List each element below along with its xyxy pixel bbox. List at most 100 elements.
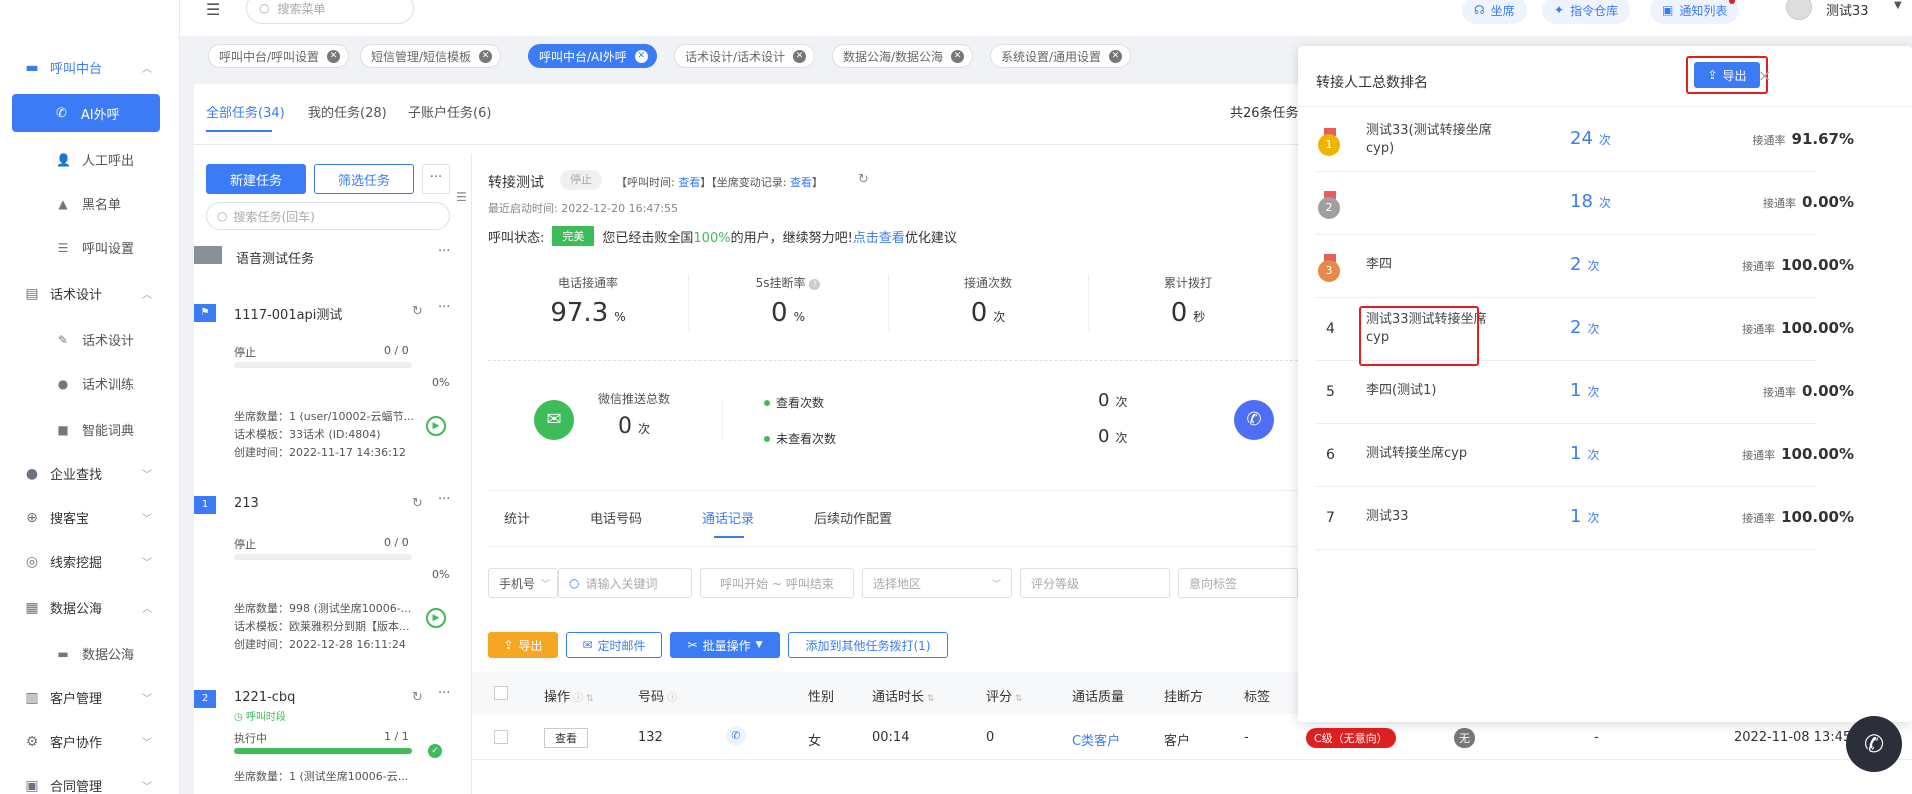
tab-sub-account-tasks[interactable]: 子账户任务(6) <box>408 102 491 121</box>
collapse-panel-icon[interactable]: ☰ <box>456 190 467 204</box>
call-time-info: 【呼叫时间: 查看】【坐席变动记录: 查看】 <box>616 174 823 190</box>
view-seat-change-link[interactable]: 查看 <box>790 176 812 189</box>
task-group-name[interactable]: 语音测试任务 <box>236 248 314 267</box>
view-record-button[interactable]: 查看 <box>544 728 588 748</box>
tab-all-tasks[interactable]: 全部任务(34) <box>206 102 285 121</box>
nav-group-enterprise-search[interactable]: ● 企业查找 ﹀ <box>24 464 152 484</box>
nav-group-customer-collab[interactable]: ⚙ 客户协作 ﹀ <box>24 732 152 752</box>
sidebar-item-blacklist[interactable]: ▲ 黑名单 <box>56 194 121 214</box>
tag-sms-template[interactable]: 短信管理/短信模板 ✕ <box>360 44 502 68</box>
col-header-action: 操作 ⓘ ⇅ <box>544 686 594 705</box>
tab-call-records[interactable]: 通话记录 <box>702 508 754 527</box>
nav-group-sokebao[interactable]: ⊕ 搜客宝 ﹀ <box>24 508 152 528</box>
support-chat-icon[interactable]: ✆ <box>1846 716 1902 772</box>
divider <box>888 274 889 330</box>
sidebar-item-script-design[interactable]: ✎ 话术设计 <box>56 330 134 350</box>
task-search-input[interactable]: ○ 搜索任务(回车) <box>206 202 450 230</box>
batch-actions-button[interactable]: ✂ 批量操作 ▼ <box>670 632 780 658</box>
more-icon[interactable]: ··· <box>438 686 450 701</box>
more-icon[interactable]: ··· <box>438 244 450 259</box>
grade-select[interactable]: 评分等级 <box>1020 568 1170 598</box>
region-select[interactable]: 选择地区 ﹀ <box>862 568 1012 598</box>
tab-follow-up-config[interactable]: 后续动作配置 <box>814 508 892 527</box>
help-icon[interactable]: ? <box>809 279 821 290</box>
close-icon[interactable]: ✕ <box>479 49 493 63</box>
close-icon[interactable]: ✕ <box>327 49 341 63</box>
cell-quality[interactable]: C类客户 <box>1072 730 1120 749</box>
sidebar-item-smart-dict[interactable]: ■ 智能词典 <box>56 420 134 440</box>
new-task-button[interactable]: 新建任务 <box>206 164 306 194</box>
sort-icon[interactable]: ⇅ <box>583 694 594 704</box>
notify-button[interactable]: ▣ 通知列表 <box>1650 0 1740 24</box>
filter-task-button[interactable]: 筛选任务 <box>314 164 414 194</box>
add-to-other-task-button[interactable]: 添加到其他任务拨打(1) <box>788 632 948 658</box>
sort-icon[interactable]: ⇅ <box>924 694 935 704</box>
refresh-icon[interactable]: ↻ <box>412 690 423 705</box>
nav-group-script-design[interactable]: ▤ 话术设计 ︿ <box>24 284 152 304</box>
play-icon[interactable]: ▶ <box>426 608 446 628</box>
gold-medal-icon: 1 <box>1318 128 1342 156</box>
close-icon[interactable]: ✕ <box>793 49 807 63</box>
sidebar-item-manual-call[interactable]: 👤 人工呼出 <box>56 150 134 170</box>
sidebar-item-call-settings[interactable]: ☰ 呼叫设置 <box>56 238 134 258</box>
nav-group-data-sea[interactable]: ▦ 数据公海 ︿ <box>24 598 152 618</box>
call-status-text: 您已经击败全国100%的用户，继续努力吧!点击查看优化建议 <box>602 227 956 246</box>
col-header-score[interactable]: 评分 ⇅ <box>986 686 1022 705</box>
sort-icon[interactable]: ⇅ <box>1012 694 1023 704</box>
task-name[interactable]: 1117-001api测试 <box>234 304 342 323</box>
view-suggestion-link[interactable]: 点击查看 <box>853 231 905 246</box>
nav-group-contract-mgmt[interactable]: ▣ 合同管理 ﹀ <box>24 776 152 794</box>
avatar[interactable] <box>1786 0 1812 20</box>
connect-rate: 接通率 0.00% <box>1706 193 1854 211</box>
more-button[interactable]: ··· <box>422 164 450 194</box>
intent-tag-select[interactable]: 意向标签 <box>1178 568 1298 598</box>
tab-statistics[interactable]: 统计 <box>504 508 530 527</box>
view-call-time-link[interactable]: 查看 <box>678 176 700 189</box>
collapse-menu-icon[interactable]: ☰ <box>206 0 220 19</box>
tag-script-design[interactable]: 话术设计/话术设计 ✕ <box>674 44 816 68</box>
refresh-icon[interactable]: ↻ <box>858 172 869 187</box>
sidebar-item-ai-call[interactable]: ✆ AI外呼 <box>12 94 160 132</box>
task-name[interactable]: 1221-cbq <box>234 690 295 705</box>
tab-my-tasks[interactable]: 我的任务(28) <box>308 102 387 121</box>
caret-down-icon[interactable]: ▼ <box>1894 0 1902 11</box>
timed-email-button[interactable]: ✉ 定时邮件 <box>566 632 662 658</box>
sidebar-item-script-training[interactable]: ● 话术训练 <box>56 374 134 394</box>
row-checkbox[interactable] <box>494 730 508 744</box>
nav-group-customer-mgmt[interactable]: ▥ 客户管理 ﹀ <box>24 688 152 708</box>
tag-general-settings[interactable]: 系统设置/通用设置 ✕ <box>990 44 1132 68</box>
instruction-button[interactable]: ✦ 指令仓库 <box>1542 0 1631 24</box>
user-name[interactable]: 测试33 <box>1826 0 1869 19</box>
tag-ai-call[interactable]: 呼叫中台/AI外呼 ✕ <box>528 44 657 68</box>
active-tab-underline <box>714 536 744 538</box>
help-icon[interactable]: ⓘ <box>570 693 583 704</box>
keyword-input[interactable]: ○ 请输入关键词 <box>558 568 692 598</box>
task-name[interactable]: 213 <box>234 496 259 511</box>
more-icon[interactable]: ··· <box>438 300 450 315</box>
close-icon[interactable]: ✕ <box>634 49 648 63</box>
sidebar-item-data-sea[interactable]: ▬ 数据公海 <box>56 644 134 664</box>
nav-group-call-center[interactable]: ▬ 呼叫中台 ︿ <box>24 58 152 78</box>
stat-number: 0 <box>1170 298 1188 328</box>
close-icon[interactable]: ✕ <box>951 49 965 63</box>
tab-phone-numbers[interactable]: 电话号码 <box>590 508 642 527</box>
menu-search-input[interactable]: ○ 搜索菜单 <box>246 0 414 24</box>
nav-group-lead-mining[interactable]: ◎ 线索挖掘 ﹀ <box>24 552 152 572</box>
refresh-icon[interactable]: ↻ <box>412 304 423 319</box>
play-icon[interactable]: ▶ <box>426 416 446 436</box>
close-icon[interactable]: ✕ <box>1109 49 1123 63</box>
tag-call-settings[interactable]: 呼叫中台/呼叫设置 ✕ <box>208 44 350 68</box>
export-button[interactable]: ⇪ 导出 <box>488 632 558 658</box>
select-all-checkbox[interactable] <box>494 686 508 700</box>
tag-data-sea[interactable]: 数据公海/数据公海 ✕ <box>832 44 974 68</box>
phone-select[interactable]: 手机号 ﹀ <box>488 568 558 598</box>
task-seats: 坐席数量：998 (测试坐席10006-... <box>234 602 412 615</box>
help-icon[interactable]: ⓘ <box>664 693 677 704</box>
phone-icon[interactable]: ✆ <box>726 726 746 746</box>
refresh-icon[interactable]: ↻ <box>412 496 423 511</box>
close-icon[interactable]: × <box>1758 66 1771 85</box>
seat-button[interactable]: ☊ 坐席 <box>1462 0 1527 24</box>
more-icon[interactable]: ··· <box>438 492 450 507</box>
date-range-input[interactable]: 呼叫开始 ~ 呼叫结束 <box>700 568 854 598</box>
col-header-duration[interactable]: 通话时长 ⇅ <box>872 686 934 705</box>
